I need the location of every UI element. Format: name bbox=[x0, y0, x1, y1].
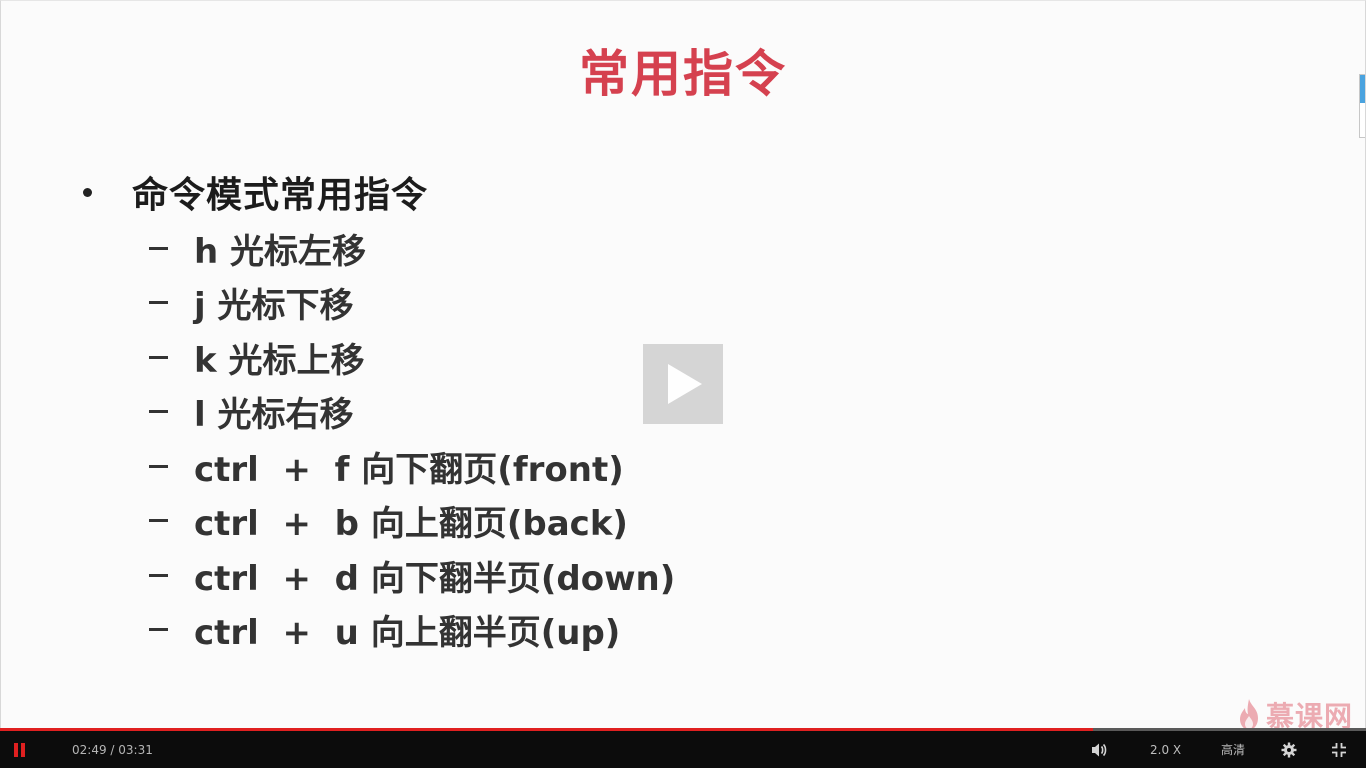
sub-item: k 光标上移 bbox=[149, 330, 675, 385]
bullet-dot bbox=[83, 187, 92, 197]
settings-button[interactable] bbox=[1281, 731, 1301, 768]
sub-item-text: h 光标左移 bbox=[194, 231, 367, 272]
dash-marker bbox=[149, 519, 168, 523]
sub-item-text: j 光标下移 bbox=[194, 286, 354, 327]
control-bar: 02:49 / 03:31 2.0 X 高清 bbox=[0, 731, 1366, 768]
sub-item-text: ctrl + d 向下翻半页(down) bbox=[194, 558, 676, 599]
video-player[interactable]: 常用指令 命令模式常用指令 h 光标左移 j 光标下移 k 光标上移 l 光标右… bbox=[0, 0, 1366, 768]
sub-item: ctrl + f 向下翻页(front) bbox=[149, 439, 675, 494]
dash-marker bbox=[149, 628, 168, 632]
sub-item: h 光标左移 bbox=[149, 221, 675, 276]
volume-button[interactable] bbox=[1090, 731, 1112, 768]
sub-item: ctrl + b 向上翻页(back) bbox=[149, 494, 675, 549]
exit-fullscreen-icon bbox=[1332, 742, 1346, 757]
sub-item-text: ctrl + b 向上翻页(back) bbox=[194, 504, 628, 545]
sub-item-text: ctrl + u 向上翻半页(up) bbox=[194, 613, 621, 654]
dash-marker bbox=[149, 246, 168, 250]
side-tab-stripe bbox=[1360, 75, 1365, 103]
sub-item: ctrl + d 向下翻半页(down) bbox=[149, 548, 675, 603]
sub-item: ctrl + u 向上翻半页(up) bbox=[149, 603, 675, 658]
exit-fullscreen-button[interactable] bbox=[1331, 731, 1351, 768]
play-button[interactable] bbox=[643, 344, 723, 424]
sub-list: h 光标左移 j 光标下移 k 光标上移 l 光标右移 ctrl + f 向下翻… bbox=[149, 221, 675, 657]
dash-marker bbox=[149, 355, 168, 359]
slide-title: 常用指令 bbox=[579, 45, 787, 103]
flame-logo-icon bbox=[1239, 699, 1258, 730]
gear-icon bbox=[1281, 742, 1297, 757]
sub-item: l 光标右移 bbox=[149, 385, 675, 440]
volume-icon bbox=[1092, 743, 1107, 756]
dash-marker bbox=[149, 573, 168, 577]
sub-item-text: l 光标右移 bbox=[194, 395, 354, 436]
quality-button[interactable]: 高清 bbox=[1221, 731, 1245, 768]
dash-marker bbox=[149, 301, 168, 305]
dash-marker bbox=[149, 410, 168, 414]
sub-item-text: k 光标上移 bbox=[194, 340, 365, 381]
pause-button[interactable] bbox=[14, 731, 36, 768]
bullet-item: 命令模式常用指令 bbox=[83, 164, 428, 220]
side-panel-tab[interactable] bbox=[1359, 74, 1365, 138]
speed-button[interactable]: 2.0 X bbox=[1150, 731, 1181, 768]
sub-item: j 光标下移 bbox=[149, 276, 675, 331]
bullet-text: 命令模式常用指令 bbox=[132, 175, 429, 216]
time-display: 02:49 / 03:31 bbox=[72, 742, 153, 757]
play-icon bbox=[668, 364, 702, 404]
sub-item-text: ctrl + f 向下翻页(front) bbox=[194, 449, 624, 490]
pause-icon bbox=[14, 742, 28, 757]
dash-marker bbox=[149, 464, 168, 468]
